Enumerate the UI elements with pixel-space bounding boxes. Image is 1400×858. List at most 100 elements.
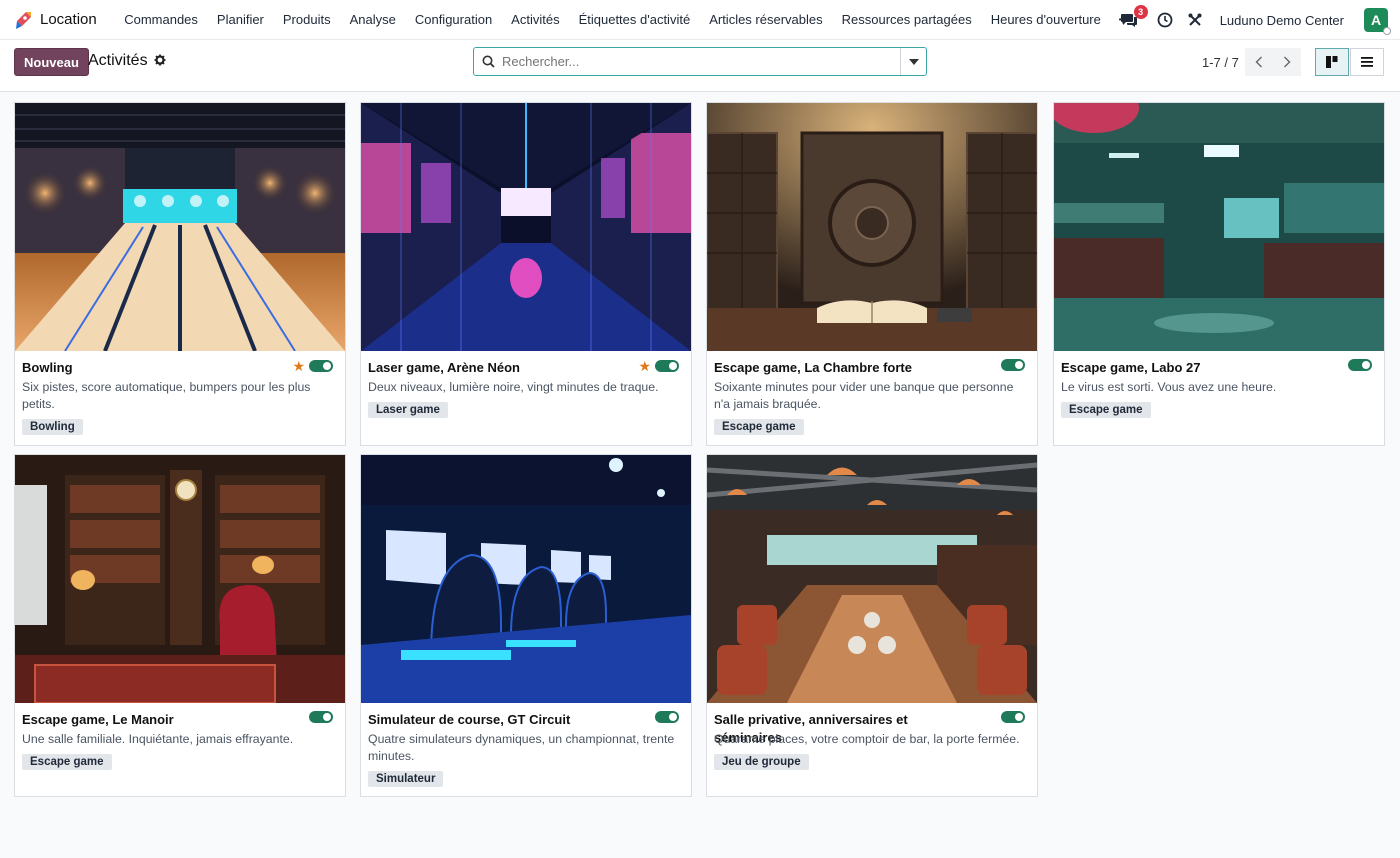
active-toggle[interactable] [655,360,679,372]
card-description: Quatre simulateurs dynamiques, un champi… [368,732,675,763]
card-controls [309,711,333,723]
menu-heures-ouverture[interactable]: Heures d'ouverture [981,12,1110,27]
card-title: Escape game, Le Manoir [22,712,174,727]
activity-card[interactable]: Bowling ★ Six pistes, score automatique,… [14,102,346,446]
chevron-left-icon [1255,56,1262,68]
top-navbar: Location Commandes Planifier Produits An… [0,0,1400,40]
menu-activites[interactable]: Activités [502,12,569,27]
card-image-lab [1054,103,1384,351]
main-menu: Commandes Planifier Produits Analyse Con… [115,10,1137,30]
card-controls [655,711,679,723]
activity-card[interactable]: Laser game, Arène Néon ★ Deux niveaux, l… [360,102,692,446]
user-avatar[interactable]: A [1364,8,1391,35]
menu-etiquettes-activite[interactable]: Étiquettes d'activité [569,12,700,27]
menu-commandes[interactable]: Commandes [115,12,208,27]
activity-card[interactable]: Salle privative, anniversaires et sémina… [706,454,1038,797]
card-description: Soixante minutes pour vider une banque q… [714,380,1014,411]
card-image-hall [707,455,1037,703]
activity-tag: Simulateur [368,771,444,787]
card-controls [1348,359,1372,371]
card-image-manor [15,455,345,703]
star-icon[interactable]: ★ [292,359,305,373]
card-title: Escape game, La Chambre forte [714,360,912,375]
page-title: Activités [88,52,148,69]
rocket-icon [12,9,34,31]
messages-badge: 3 [1133,5,1148,19]
card-description: Quarante places, votre comptoir de bar, … [714,732,1020,746]
activity-tag: Jeu de groupe [714,754,809,770]
card-image-laser [361,103,691,351]
card-controls [1001,711,1025,723]
breadcrumb: Activités [88,52,166,70]
card-body: Salle privative, anniversaires et sémina… [707,703,1037,778]
activity-card[interactable]: Escape game, Le Manoir Une salle familia… [14,454,346,797]
gear-icon[interactable] [154,54,166,69]
active-toggle[interactable] [309,360,333,372]
activity-tag: Bowling [22,419,83,435]
active-toggle[interactable] [1001,359,1025,371]
active-toggle[interactable] [655,711,679,723]
card-title: Escape game, Labo 27 [1061,360,1201,375]
card-description: Deux niveaux, lumière noire, vingt minut… [368,380,659,394]
app-name: Location [40,11,97,28]
activity-card[interactable]: Escape game, Labo 27 Le virus est sorti.… [1053,102,1385,446]
card-body: Bowling ★ Six pistes, score automatique,… [15,351,345,443]
card-controls [1001,359,1025,371]
activity-tag: Escape game [714,419,804,435]
card-title: Bowling [22,360,73,375]
search-icon [474,55,502,68]
tools-icon[interactable] [1186,11,1204,29]
menu-analyse[interactable]: Analyse [340,12,405,27]
list-view-button[interactable] [1350,48,1384,76]
clock-icon[interactable] [1156,11,1174,29]
pager-previous-button[interactable] [1245,48,1273,76]
app-brand[interactable]: Location [12,9,97,31]
card-description: Six pistes, score automatique, bumpers p… [22,380,311,411]
chevron-right-icon [1284,56,1291,68]
active-toggle[interactable] [1001,711,1025,723]
pager-next-button[interactable] [1273,48,1301,76]
systray: 3 Luduno Demo Center A [1120,0,1391,40]
card-body: Escape game, Labo 27 Le virus est sorti.… [1054,351,1384,426]
search-bar [473,47,927,76]
activity-tag: Laser game [368,402,448,418]
card-description: Le virus est sorti. Vous avez une heure. [1061,380,1277,394]
presence-dot [1383,27,1391,35]
list-icon [1361,57,1373,67]
card-body: Escape game, La Chambre forte Soixante m… [707,351,1037,443]
card-image-vault [707,103,1037,351]
chevron-down-icon [908,58,919,65]
card-controls: ★ [638,359,679,373]
menu-planifier[interactable]: Planifier [207,12,273,27]
new-button[interactable]: Nouveau [14,48,89,76]
menu-ressources-partagees[interactable]: Ressources partagées [832,12,981,27]
messages-icon[interactable]: 3 [1120,5,1148,29]
card-title: Laser game, Arène Néon [368,360,520,375]
control-panel: Nouveau Activités 1-7 / 7 [0,40,1400,92]
card-body: Simulateur de course, GT Circuit Quatre … [361,703,691,795]
search-input[interactable] [502,54,900,69]
activity-card[interactable]: Simulateur de course, GT Circuit Quatre … [360,454,692,797]
card-image-bowling [15,103,345,351]
activity-tag: Escape game [1061,402,1151,418]
activity-card[interactable]: Escape game, La Chambre forte Soixante m… [706,102,1038,446]
card-body: Laser game, Arène Néon ★ Deux niveaux, l… [361,351,691,426]
search-options-toggle[interactable] [900,48,926,75]
menu-configuration[interactable]: Configuration [405,12,501,27]
card-body: Escape game, Le Manoir Une salle familia… [15,703,345,778]
card-description: Une salle familiale. Inquiétante, jamais… [22,732,294,746]
card-image-racing [361,455,691,703]
kanban-icon [1326,56,1338,68]
menu-produits[interactable]: Produits [273,12,340,27]
card-title: Salle privative, anniversaires et sémina… [714,712,908,745]
kanban-view-button[interactable] [1315,48,1349,76]
active-toggle[interactable] [309,711,333,723]
avatar-letter: A [1370,12,1382,28]
pager-value[interactable]: 1-7 / 7 [1202,55,1239,70]
activity-tag: Escape game [22,754,112,770]
menu-articles-reservables[interactable]: Articles réservables [700,12,832,27]
star-icon[interactable]: ★ [638,359,651,373]
company-switcher[interactable]: Luduno Demo Center [1220,13,1344,28]
active-toggle[interactable] [1348,359,1372,371]
card-controls: ★ [292,359,333,373]
